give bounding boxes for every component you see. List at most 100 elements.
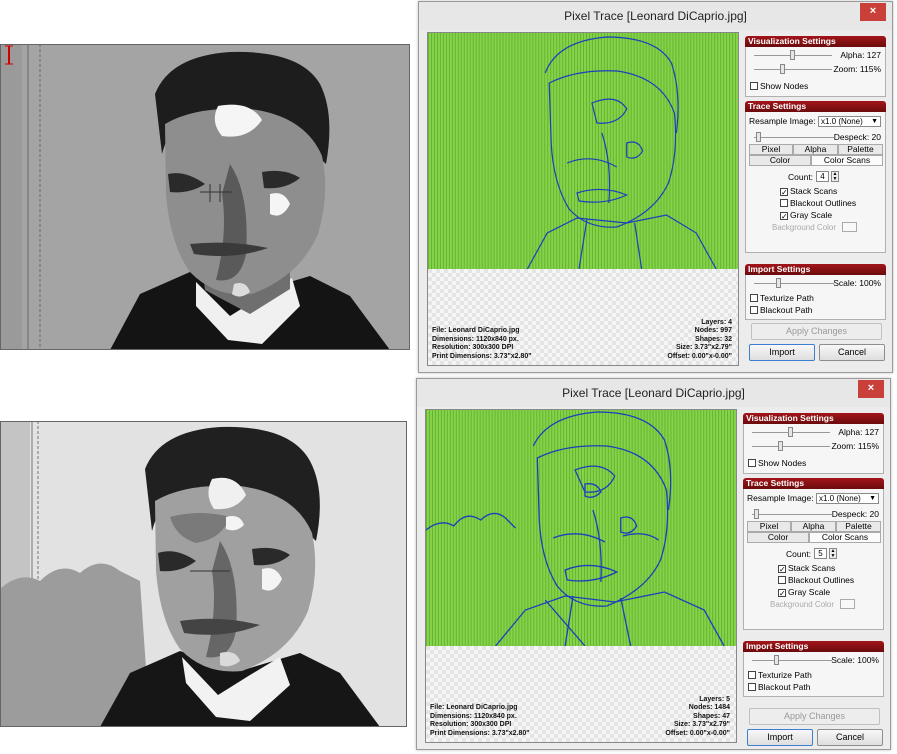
nodes-count: Nodes: 997	[694, 327, 732, 334]
scale-slider-track[interactable]	[752, 660, 832, 661]
texturize-path-checkbox[interactable]: Texturize Path	[750, 293, 814, 303]
blackout-outlines-box[interactable]	[778, 576, 786, 584]
gray-scale-checkbox[interactable]: ✓ Gray Scale	[780, 210, 833, 221]
tab-pixel[interactable]: Pixel	[747, 521, 791, 532]
tab-palette[interactable]: Palette	[838, 144, 883, 155]
tab-alpha[interactable]: Alpha	[793, 144, 838, 155]
trace-stats: Layers: 4 Nodes: 997 Shapes: 32 Size: 3.…	[667, 319, 732, 362]
count-spinner[interactable]: ▲ ▼	[829, 548, 837, 559]
trace-stats: Layers: 5 Nodes: 1484 Shapes: 47 Size: 3…	[665, 696, 730, 739]
despeck-slider-track[interactable]	[754, 137, 834, 138]
trace-settings-header[interactable]: Trace Settings	[745, 101, 886, 112]
check-icon[interactable]: ✓	[778, 565, 786, 574]
count-spinner[interactable]: ▲ ▼	[831, 171, 839, 182]
check-icon[interactable]: ✓	[780, 212, 788, 221]
import-button[interactable]: Import	[747, 729, 813, 746]
texturize-path-box[interactable]	[750, 294, 758, 302]
blackout-outlines-label: Blackout Outlines	[788, 575, 855, 585]
gray-scale-checkbox[interactable]: ✓ Gray Scale	[778, 587, 831, 598]
print-dimensions: Print Dimensions: 3.73"x2.80"	[430, 729, 530, 737]
gray-scale-label: Gray Scale	[788, 587, 831, 597]
show-nodes-label: Show Nodes	[760, 81, 809, 91]
zoom-slider-thumb[interactable]	[780, 64, 785, 74]
alpha-slider-thumb[interactable]	[788, 427, 793, 437]
dialog-title: Pixel Trace [Leonard DiCaprio.jpg]	[419, 2, 892, 30]
import-settings-header[interactable]: Import Settings	[743, 641, 884, 652]
blackout-path-checkbox[interactable]: Blackout Path	[748, 682, 810, 692]
despeck-slider-thumb[interactable]	[756, 132, 761, 142]
resample-select[interactable]: x1.0 (None) ▼	[816, 493, 879, 504]
check-icon[interactable]: ✓	[780, 188, 788, 197]
tab-alpha[interactable]: Alpha	[791, 521, 836, 532]
scale-label: Scale: 100%	[833, 278, 881, 288]
scale-slider-thumb[interactable]	[776, 278, 781, 288]
tab-color[interactable]: Color	[749, 155, 811, 166]
tab-color-scans[interactable]: Color Scans	[811, 155, 883, 166]
chevron-down-icon: ▼	[871, 118, 878, 125]
file-resolution: Resolution: 300x300 DPI	[432, 344, 514, 351]
tab-color[interactable]: Color	[747, 532, 809, 543]
stack-scans-checkbox[interactable]: ✓ Stack Scans	[778, 563, 836, 574]
stack-scans-label: Stack Scans	[788, 563, 836, 573]
cancel-button[interactable]: Cancel	[819, 344, 885, 361]
zoom-slider-track[interactable]	[754, 69, 832, 70]
resample-value: x1.0 (None)	[821, 117, 863, 126]
trace-settings-panel: Trace Settings Resample Image: x1.0 (Non…	[743, 478, 884, 630]
trace-preview: File: Leonard DiCaprio.jpg Dimensions: 1…	[425, 409, 737, 743]
blackout-path-box[interactable]	[748, 683, 756, 691]
tab-color-scans[interactable]: Color Scans	[809, 532, 881, 543]
blackout-outlines-box[interactable]	[780, 199, 788, 207]
texturize-path-box[interactable]	[748, 671, 756, 679]
show-nodes-checkbox[interactable]: Show Nodes	[748, 458, 806, 468]
shapes-count: Shapes: 47	[693, 712, 730, 720]
import-settings-header[interactable]: Import Settings	[745, 264, 886, 275]
blackout-outlines-checkbox[interactable]: Blackout Outlines	[778, 575, 854, 585]
scale-slider-thumb[interactable]	[774, 655, 779, 665]
blackout-path-checkbox[interactable]: Blackout Path	[750, 305, 812, 315]
blackout-path-label: Blackout Path	[760, 305, 813, 315]
trace-settings-header[interactable]: Trace Settings	[743, 478, 884, 489]
zoom-slider-track[interactable]	[752, 446, 830, 447]
resample-value: x1.0 (None)	[819, 494, 861, 503]
zoom-label: Zoom: 115%	[831, 441, 879, 451]
show-nodes-box[interactable]	[748, 459, 756, 467]
despeck-slider-track[interactable]	[752, 514, 832, 515]
scale-slider-track[interactable]	[754, 283, 834, 284]
traced-portrait-image	[0, 44, 410, 350]
visualization-settings-header[interactable]: Visualization Settings	[745, 36, 886, 47]
cancel-button[interactable]: Cancel	[817, 729, 883, 746]
tab-pixel[interactable]: Pixel	[749, 144, 793, 155]
show-nodes-checkbox[interactable]: Show Nodes	[750, 81, 808, 91]
trace-offset: Offset: 0.00"x-0.00"	[667, 352, 732, 360]
background-color-swatch[interactable]	[842, 222, 857, 232]
count-input[interactable]: 5	[814, 548, 827, 559]
pixel-trace-dialog: Pixel Trace [Leonard DiCaprio.jpg] × Fil…	[418, 1, 893, 373]
close-button[interactable]: ×	[860, 3, 886, 21]
import-button[interactable]: Import	[749, 344, 815, 361]
background-color-swatch[interactable]	[840, 599, 855, 609]
close-button[interactable]: ×	[858, 380, 884, 398]
file-dimensions: Dimensions: 1120x840 px.	[430, 712, 517, 720]
trace-preview-image	[426, 410, 736, 646]
stack-scans-label: Stack Scans	[790, 186, 838, 196]
stack-scans-checkbox[interactable]: ✓ Stack Scans	[780, 186, 838, 197]
blackout-path-label: Blackout Path	[758, 682, 811, 692]
blackout-outlines-checkbox[interactable]: Blackout Outlines	[780, 198, 856, 208]
trace-canvas-top	[0, 44, 410, 350]
visualization-settings-header[interactable]: Visualization Settings	[743, 413, 884, 424]
check-icon[interactable]: ✓	[778, 589, 786, 598]
apply-changes-button[interactable]: Apply Changes	[749, 708, 880, 725]
show-nodes-box[interactable]	[750, 82, 758, 90]
despeck-slider-thumb[interactable]	[754, 509, 759, 519]
texturize-path-checkbox[interactable]: Texturize Path	[748, 670, 812, 680]
blackout-path-box[interactable]	[750, 306, 758, 314]
tab-palette[interactable]: Palette	[836, 521, 881, 532]
zoom-slider-thumb[interactable]	[778, 441, 783, 451]
apply-changes-button[interactable]: Apply Changes	[751, 323, 882, 340]
count-input[interactable]: 4	[816, 171, 829, 182]
alpha-slider-thumb[interactable]	[790, 50, 795, 60]
trace-size: Size: 3.73"x2.79"	[675, 344, 732, 351]
resample-select[interactable]: x1.0 (None) ▼	[818, 116, 881, 127]
gray-scale-label: Gray Scale	[790, 210, 833, 220]
nodes-count: Nodes: 1484	[688, 704, 730, 711]
